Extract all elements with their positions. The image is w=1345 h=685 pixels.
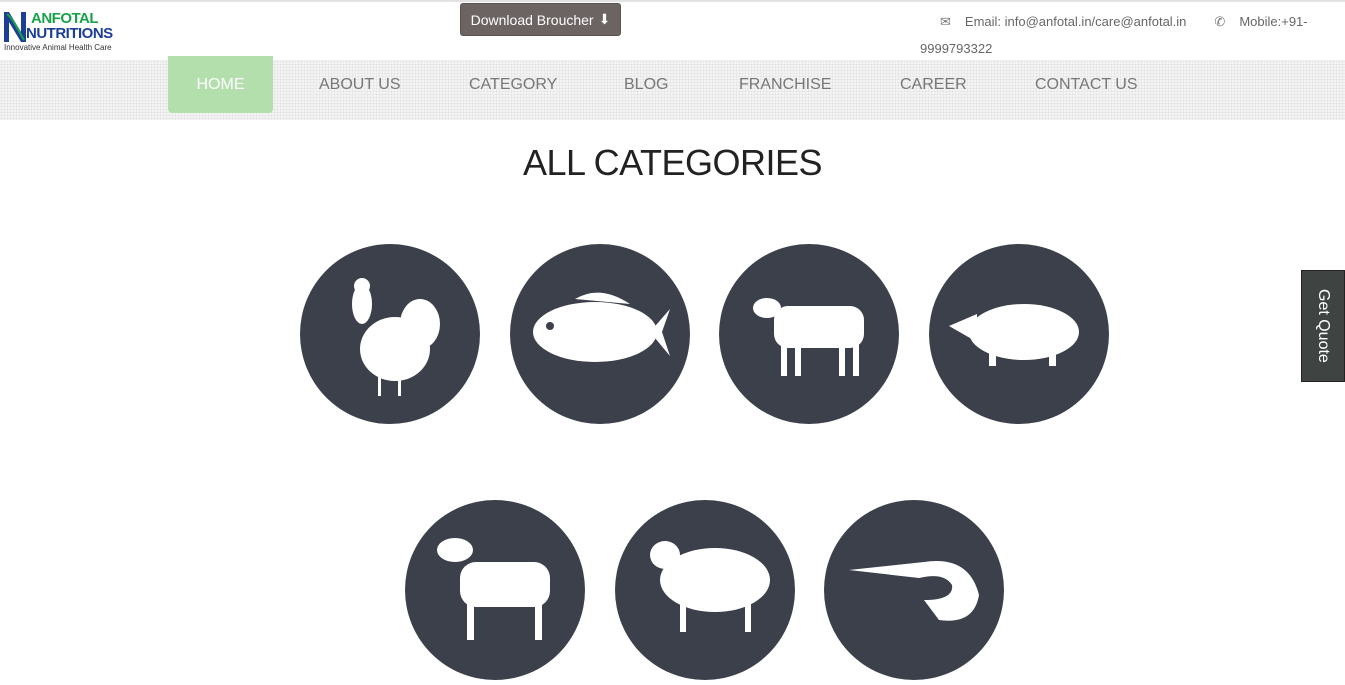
shrimp-icon	[849, 560, 979, 621]
fish-icon	[533, 292, 670, 362]
logo-line2: NUTRITIONS	[26, 25, 113, 42]
category-aqua[interactable]	[824, 500, 1004, 680]
category-cattle[interactable]	[719, 244, 899, 424]
pig-icon	[949, 304, 1079, 366]
category-sheep[interactable]	[615, 500, 795, 680]
get-quote-button[interactable]: Get Quote	[1301, 270, 1345, 382]
chicken-icon	[352, 278, 440, 396]
nav-career[interactable]: CAREER	[900, 76, 967, 94]
phone-icon: ✆	[1214, 14, 1226, 29]
nav-home[interactable]: HOME	[168, 56, 273, 113]
cow-icon	[753, 298, 864, 376]
nav-about-us[interactable]: ABOUT US	[319, 76, 401, 94]
nav-franchise[interactable]: FRANCHISE	[739, 76, 831, 94]
category-swine[interactable]	[929, 244, 1109, 424]
download-label: Download Broucher	[470, 11, 594, 28]
download-icon: ⬇	[598, 11, 611, 27]
contact-info: ✉ Email: info@anfotal.in/care@anfotal.in ✆…	[920, 8, 1340, 62]
logo-tagline: Innovative Animal Health Care	[4, 43, 112, 52]
category-goat[interactable]	[405, 500, 585, 680]
logo-mark-icon	[4, 12, 26, 42]
sheep-icon	[650, 541, 770, 632]
goat-icon	[437, 538, 550, 640]
page-title: ALL CATEGORIES	[522, 142, 823, 183]
download-brochure-button[interactable]: Download Broucher ⬇	[460, 3, 621, 36]
nav-contact-us[interactable]: CONTACT US	[1035, 76, 1138, 94]
main-nav: HOME ABOUT US CATEGORY BLOG FRANCHISE CA…	[0, 56, 1345, 120]
email-text[interactable]: Email: info@anfotal.in/care@anfotal.in	[965, 14, 1187, 29]
category-poultry[interactable]	[300, 244, 480, 424]
category-fish[interactable]	[510, 244, 690, 424]
envelope-icon: ✉	[940, 14, 951, 29]
nav-blog[interactable]: BLOG	[624, 76, 668, 94]
logo[interactable]: ANFOTAL NUTRITIONS Innovative Animal Hea…	[4, 10, 116, 54]
nav-category[interactable]: CATEGORY	[469, 76, 557, 94]
